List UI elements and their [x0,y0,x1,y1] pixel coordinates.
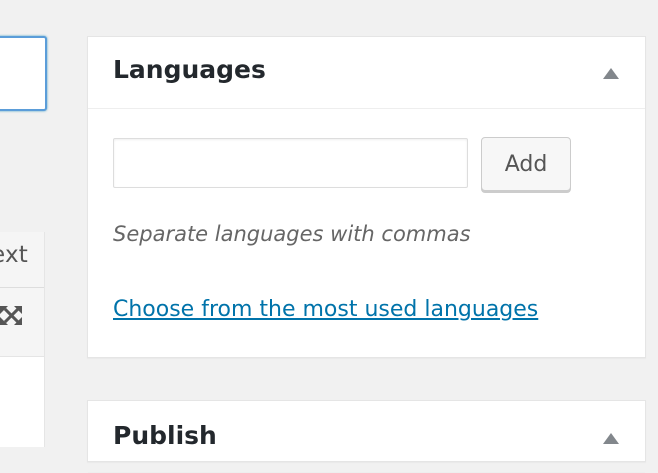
languages-title: Languages [113,55,266,84]
publish-title: Publish [113,421,217,450]
arrow-up-icon[interactable] [603,433,619,444]
languages-metabox-header[interactable]: Languages [88,37,645,109]
most-used-languages-link[interactable]: Choose from the most used languages [113,297,538,322]
separator-hint: Separate languages with commas [113,222,471,246]
add-language-button[interactable]: Add [481,137,571,191]
languages-metabox: Languages Add Separate languages with co… [87,36,646,358]
title-input[interactable] [0,36,47,111]
publish-metabox-header[interactable]: Publish [88,401,645,473]
editor-content-area[interactable] [0,356,45,447]
arrow-up-icon[interactable] [603,68,619,79]
fullscreen-icon[interactable] [0,302,26,330]
editor-toolbar: ext [0,232,45,356]
new-language-input[interactable] [113,138,468,188]
text-tab[interactable]: ext [0,242,28,268]
publish-metabox: Publish [87,400,646,473]
toolbar-divider [0,287,44,288]
